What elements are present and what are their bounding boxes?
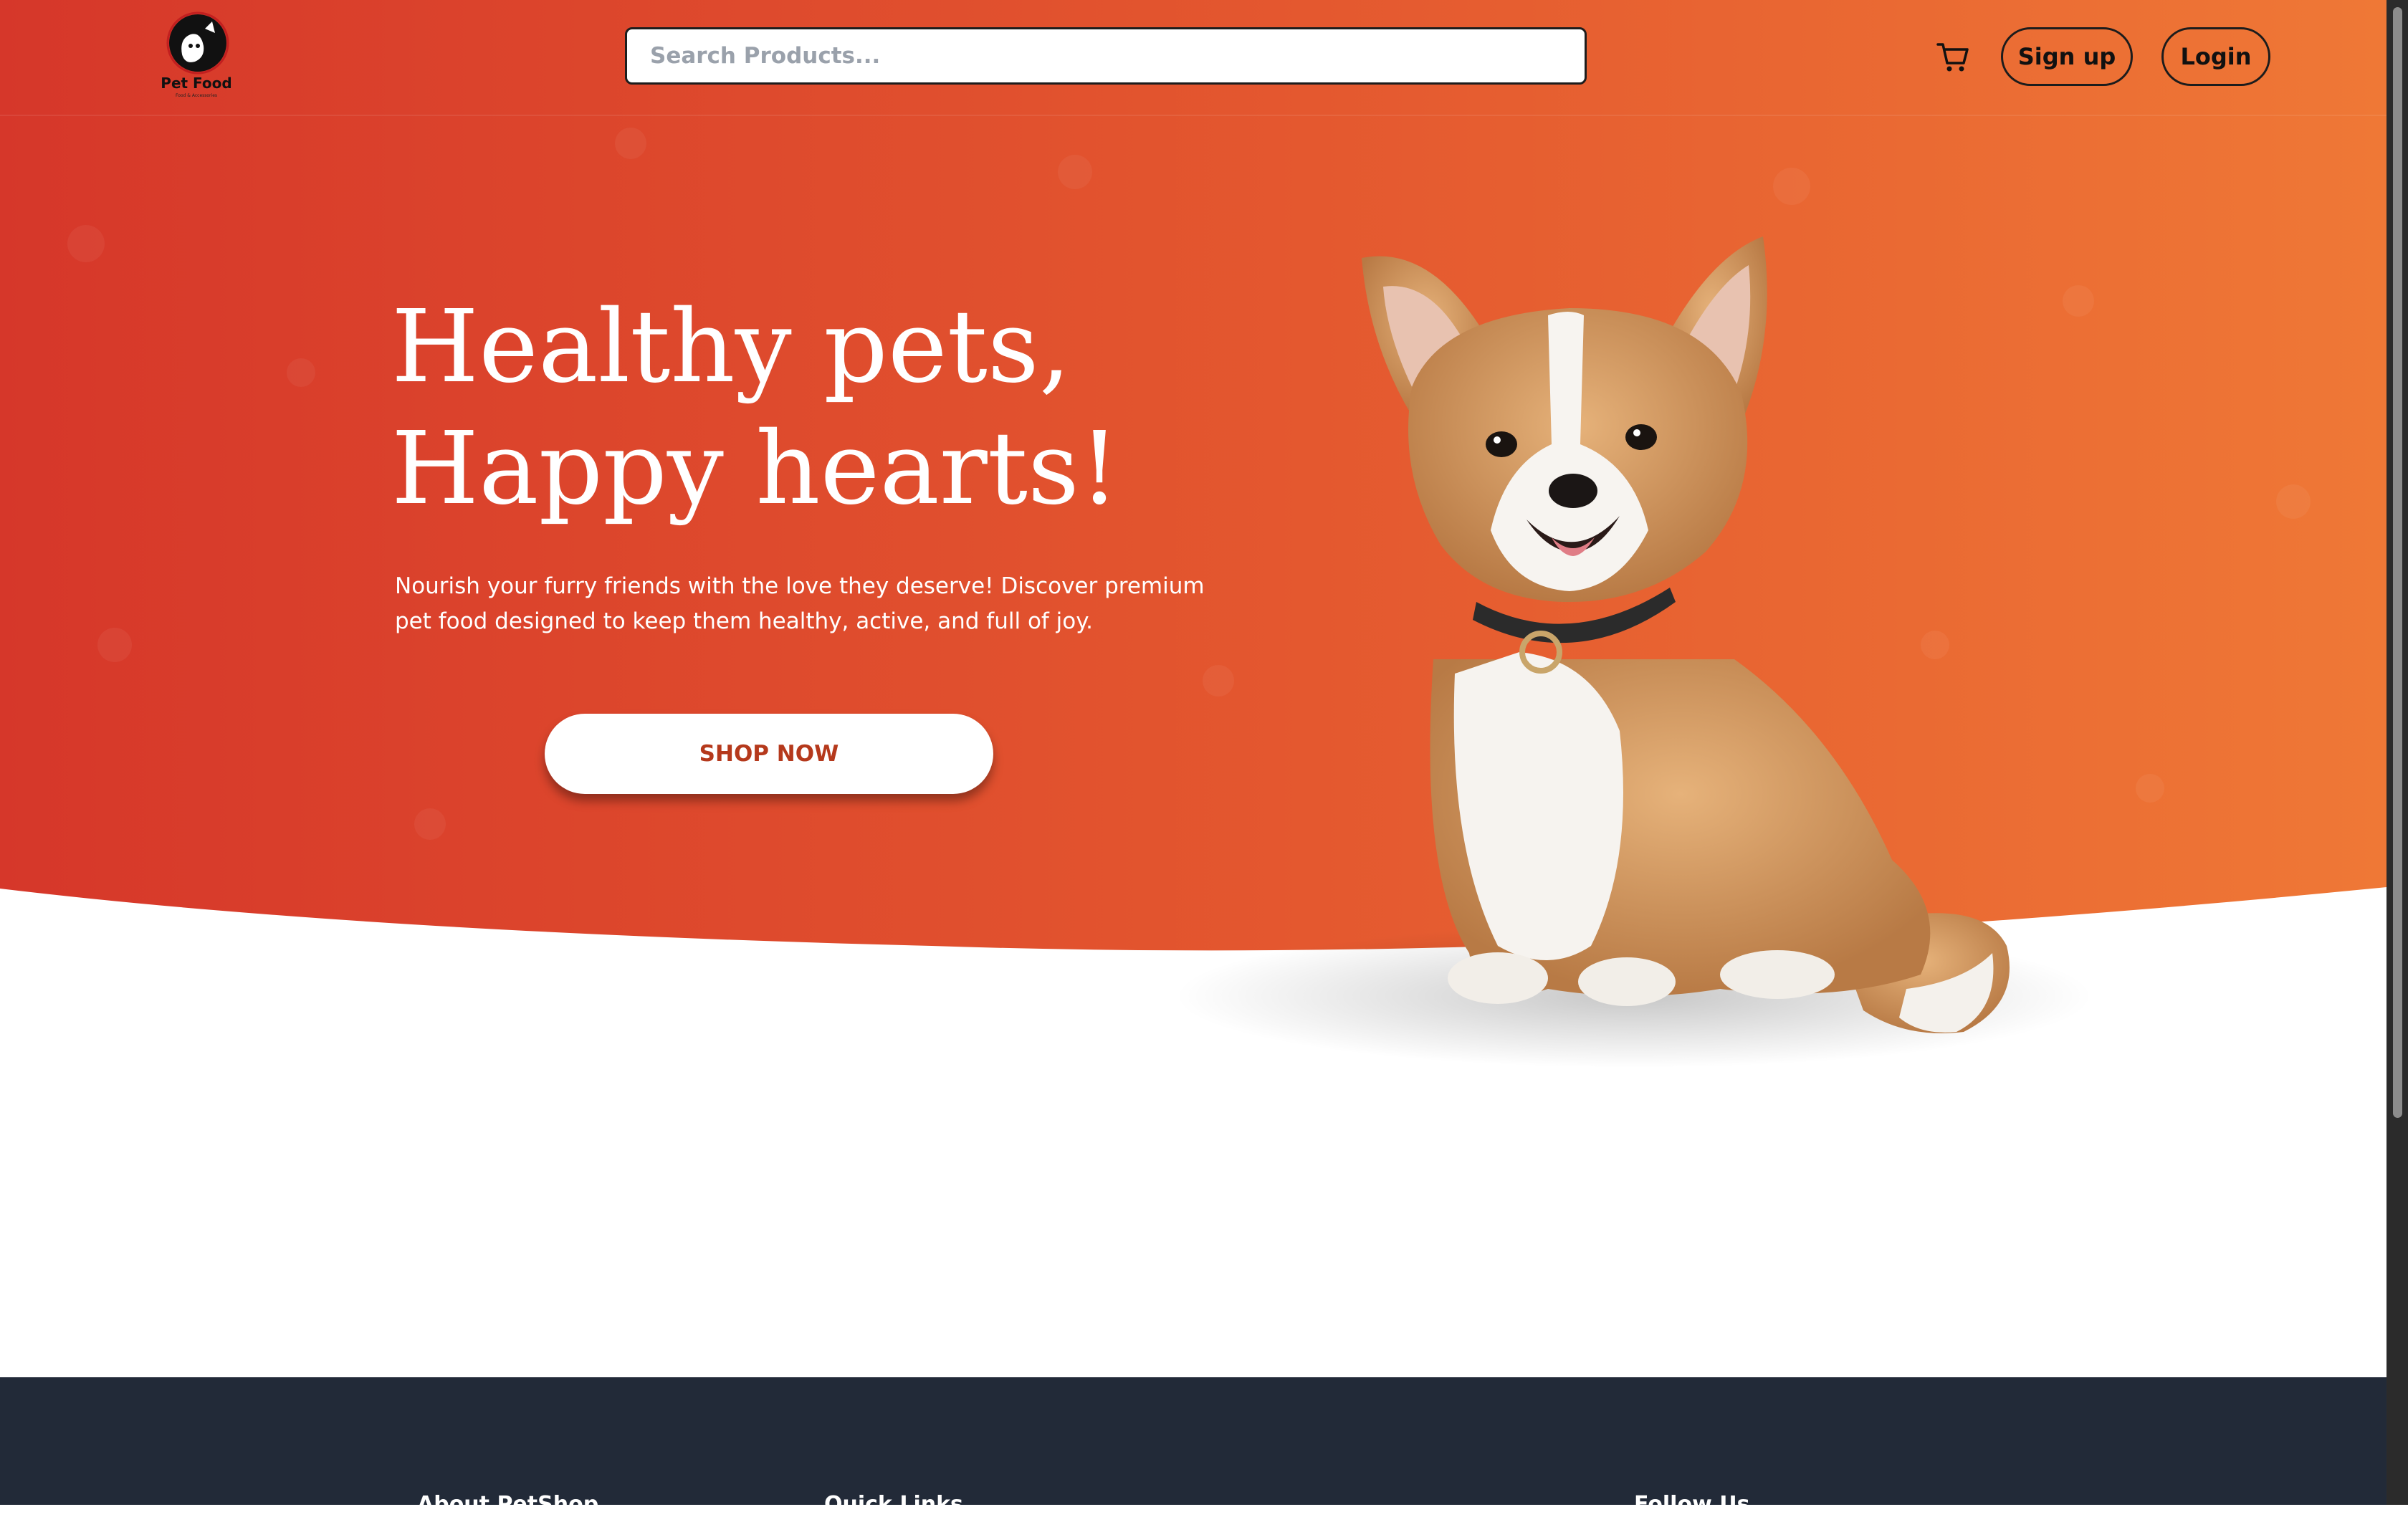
search-input[interactable]	[625, 27, 1587, 85]
headline-line-2: Happy hearts!	[391, 411, 1120, 527]
hero-section: Pet Food Food & Accessories Sign up Logi…	[0, 0, 2386, 1075]
hero-description: Nourish your furry friends with the love…	[395, 573, 1205, 634]
scrollbar-thumb[interactable]	[2393, 7, 2402, 1118]
cart-icon	[1936, 43, 1969, 72]
logo-brand: Pet Food	[161, 75, 232, 92]
hero-background	[0, 0, 2386, 1068]
headline-line-1: Healthy pets,	[391, 289, 1071, 406]
signup-button[interactable]: Sign up	[2001, 27, 2133, 86]
corgi-image	[1362, 236, 2010, 1033]
logo-tagline: Food & Accessories	[175, 93, 218, 98]
logo[interactable]: Pet Food Food & Accessories	[153, 11, 239, 103]
cart-button[interactable]	[1935, 39, 1971, 75]
site-footer	[0, 1377, 2386, 1505]
login-button[interactable]: Login	[2161, 27, 2270, 86]
shop-now-button[interactable]: SHOP NOW	[545, 714, 993, 794]
hero-headline: Healthy pets, Happy hearts!	[391, 287, 1119, 530]
logo-icon	[166, 11, 229, 75]
site-header: Pet Food Food & Accessories Sign up Logi…	[0, 0, 2386, 116]
